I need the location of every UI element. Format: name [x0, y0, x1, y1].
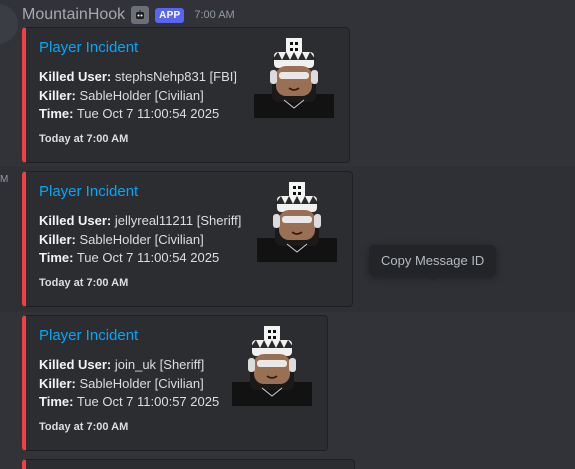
roblox-avatar-thumbnail[interactable]	[230, 322, 314, 406]
embed-card: Player Incident Killed User: jellyreal11…	[22, 171, 353, 307]
killer-field: Killer: SableHolder [Civilian]	[39, 232, 204, 247]
field-value: SableHolder [Civilian]	[75, 232, 204, 247]
message-header: MountainHook APP 7:00 AM	[22, 4, 235, 26]
tooltip-label: Copy Message ID	[381, 253, 485, 268]
time-field: Time: Tue Oct 7 11:00:54 2025	[39, 250, 219, 265]
field-label: Killed User:	[39, 69, 112, 84]
field-value: Tue Oct 7 11:00:57 2025	[73, 394, 220, 409]
app-badge: APP	[155, 7, 185, 23]
field-label: Killer:	[39, 88, 76, 103]
field-label: Killed User:	[39, 213, 112, 228]
killed-user-field: Killed User: stephsNehp831 [FBI]	[39, 69, 237, 84]
roblox-avatar-thumbnail[interactable]	[252, 34, 336, 118]
killed-user-field: Killed User: jellyreal11211 [Sheriff]	[39, 213, 241, 228]
field-label: Killer:	[39, 376, 76, 391]
time-field: Time: Tue Oct 7 11:00:54 2025	[39, 106, 219, 121]
killer-field: Killer: SableHolder [Civilian]	[39, 88, 204, 103]
robot-icon	[136, 10, 145, 19]
field-label: Killer:	[39, 232, 76, 247]
field-label: Time:	[39, 106, 74, 121]
embed-title[interactable]: Player Incident	[39, 183, 138, 200]
field-value: Tue Oct 7 11:00:54 2025	[73, 250, 220, 265]
tooltip-arrow	[427, 276, 438, 281]
embed-card: Player Incident Killed User: join_uk [Sh…	[22, 315, 328, 451]
embed-card-partial	[22, 459, 355, 469]
field-value: Tue Oct 7 11:00:54 2025	[73, 106, 220, 121]
field-value: stephsNehp831 [FBI]	[111, 69, 237, 84]
field-value: SableHolder [Civilian]	[75, 376, 204, 391]
username[interactable]: MountainHook	[22, 6, 125, 24]
field-value: SableHolder [Civilian]	[75, 88, 204, 103]
killed-user-field: Killed User: join_uk [Sheriff]	[39, 357, 204, 372]
embed-title[interactable]: Player Incident	[39, 39, 138, 56]
bot-icon	[131, 6, 150, 24]
embed-card: Player Incident Killed User: stephsNehp8…	[22, 27, 350, 163]
copy-message-id-tooltip: Copy Message ID	[369, 245, 497, 281]
embed-footer: Today at 7:00 AM	[39, 133, 129, 145]
message-timestamp[interactable]: 7:00 AM	[194, 9, 234, 21]
field-label: Time:	[39, 394, 74, 409]
embed-title[interactable]: Player Incident	[39, 327, 138, 344]
roblox-avatar-thumbnail[interactable]	[255, 178, 339, 262]
embed-footer: Today at 7:00 AM	[39, 277, 129, 289]
field-label: Killed User:	[39, 357, 112, 372]
killer-field: Killer: SableHolder [Civilian]	[39, 376, 204, 391]
hover-side-timestamp[interactable]: M	[0, 174, 8, 185]
chat-area: MountainHook APP 7:00 AM M Player Incide…	[0, 0, 575, 469]
field-value: jellyreal11211 [Sheriff]	[111, 213, 242, 228]
field-value: join_uk [Sheriff]	[111, 357, 205, 372]
embed-footer: Today at 7:00 AM	[39, 421, 129, 433]
time-field: Time: Tue Oct 7 11:00:57 2025	[39, 394, 219, 409]
bot-avatar[interactable]	[0, 4, 18, 44]
field-label: Time:	[39, 250, 74, 265]
